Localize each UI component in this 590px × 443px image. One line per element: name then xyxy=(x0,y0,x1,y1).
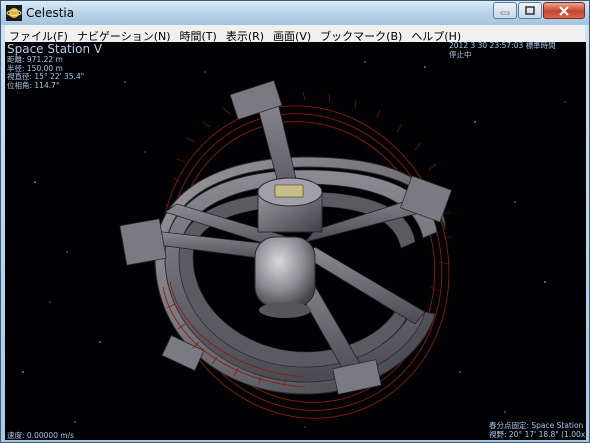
minimize-icon xyxy=(500,11,510,14)
close-button[interactable] xyxy=(543,2,585,19)
time-status: 停止中 xyxy=(449,49,472,59)
celestia-app-icon xyxy=(6,5,22,21)
speed-readout: 速度: 0.00000 m/s xyxy=(7,431,75,440)
station-hub xyxy=(254,177,323,318)
info-panel: Space Station V 距離: 971.22 m 半径: 150.00 … xyxy=(7,43,102,90)
maximize-button[interactable] xyxy=(518,2,542,19)
title-bar[interactable]: Celestia xyxy=(1,1,589,25)
time-panel: 2012 3 30 23:57:03 標準時間 停止中 xyxy=(449,42,556,59)
fov-readout: 視野: 20° 17' 18.8" (1.00x) xyxy=(489,429,586,439)
space-scene xyxy=(22,61,566,428)
window-title: Celestia xyxy=(26,6,75,20)
phase-angle-readout: 位相角: 114.7° xyxy=(7,80,60,90)
close-icon xyxy=(559,5,569,16)
maximize-icon xyxy=(525,6,535,15)
app-window: Celestia ファイル(F) ナビゲーション(N) 時間(T) 表示(R) 画面(V… xyxy=(0,0,590,443)
minimize-button[interactable] xyxy=(493,2,517,19)
render-viewport[interactable]: Space Station V 距離: 971.22 m 半径: 150.00 … xyxy=(5,42,586,440)
menu-bar: ファイル(F) ナビゲーション(N) 時間(T) 表示(R) 画面(V) ブックマーク(B… xyxy=(5,25,585,43)
camera-panel: 春分点固定: Space Station 視野: 20° 17' 18.8" (… xyxy=(489,421,586,439)
